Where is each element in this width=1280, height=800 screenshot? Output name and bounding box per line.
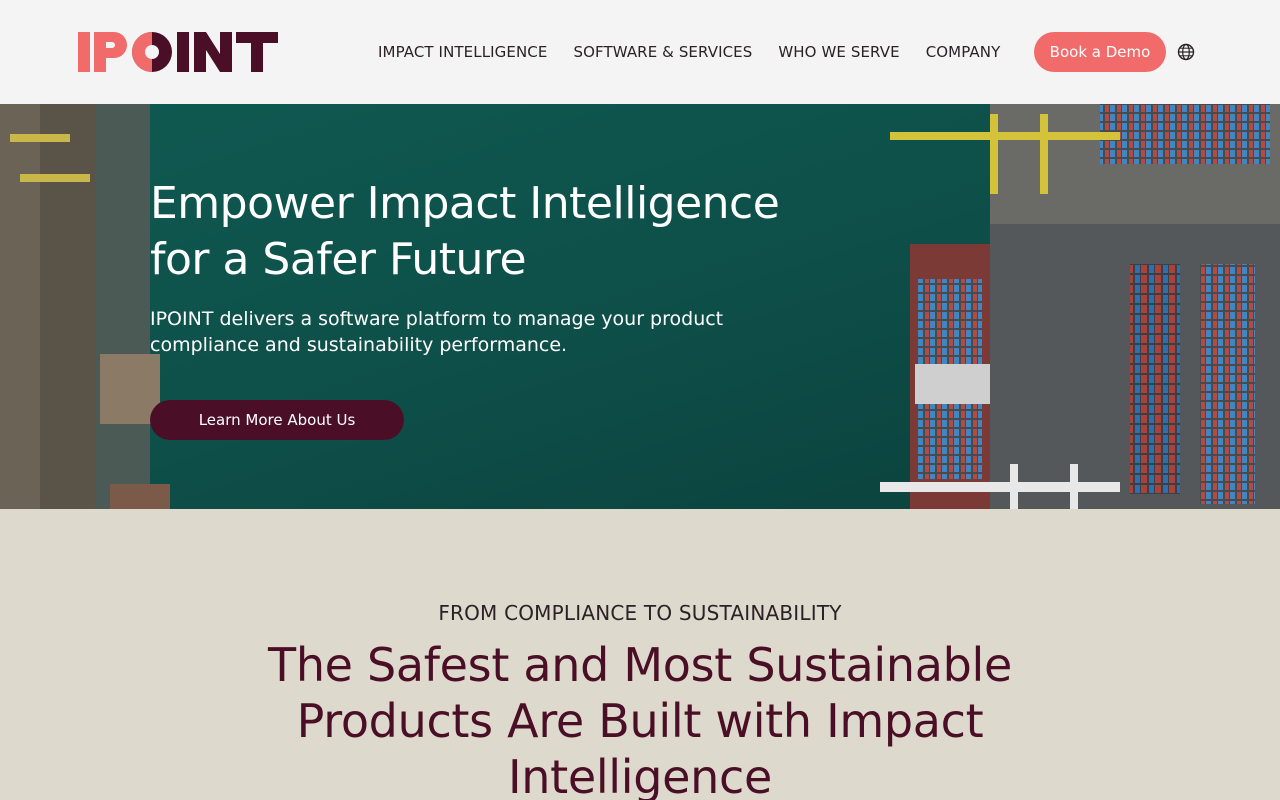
nav-impact-intelligence[interactable]: IMPACT INTELLIGENCE xyxy=(378,43,547,61)
nav-company[interactable]: COMPANY xyxy=(926,43,1001,61)
section-eyebrow: FROM COMPLIANCE TO SUSTAINABILITY xyxy=(438,601,842,625)
hero-title-line-2: for a Safer Future xyxy=(150,234,527,285)
intro-section: FROM COMPLIANCE TO SUSTAINABILITY The Sa… xyxy=(0,509,1280,800)
globe-icon[interactable] xyxy=(1177,43,1195,61)
hero-title: Empower Impact Intelligence for a Safer … xyxy=(150,176,850,288)
section-title: The Safest and Most Sustainable Products… xyxy=(268,638,1012,800)
learn-more-button[interactable]: Learn More About Us xyxy=(150,400,404,440)
book-demo-button[interactable]: Book a Demo xyxy=(1034,32,1166,72)
hero-title-line-1: Empower Impact Intelligence xyxy=(150,178,780,229)
hero-banner: Empower Impact Intelligence for a Safer … xyxy=(0,104,1280,509)
nav-software-services[interactable]: SOFTWARE & SERVICES xyxy=(573,43,752,61)
nav-who-we-serve[interactable]: WHO WE SERVE xyxy=(778,43,899,61)
main-nav: IMPACT INTELLIGENCE SOFTWARE & SERVICES … xyxy=(378,0,1000,104)
ipoint-logo[interactable] xyxy=(78,32,278,72)
hero-subtitle: IPOINT delivers a software platform to m… xyxy=(150,308,724,356)
site-header: IMPACT INTELLIGENCE SOFTWARE & SERVICES … xyxy=(0,0,1280,104)
